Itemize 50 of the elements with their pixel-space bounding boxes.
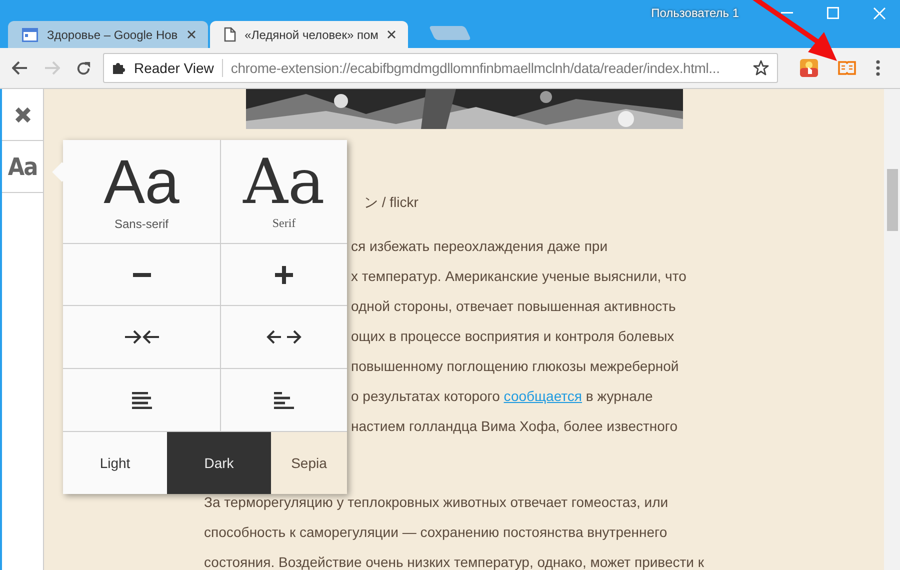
photo-credit: ン / flickr: [364, 194, 418, 212]
narrow-width-button[interactable]: [63, 306, 221, 369]
scrollbar-thumb[interactable]: [887, 169, 898, 231]
site-label: Reader View: [134, 60, 214, 76]
minus-icon: [132, 272, 150, 276]
font-button[interactable]: Aa Sans-serif: [63, 140, 221, 244]
plus-icon: [275, 266, 293, 284]
article-text: настием голландца Вима Хофа, более известного: [351, 417, 678, 436]
theme-button[interactable]: Sepia: [271, 432, 347, 494]
article-text: способность к саморегуляции — сохранению постоянства внутреннего: [204, 523, 668, 542]
font-button[interactable]: Aa Serif: [221, 140, 347, 244]
maximize-icon[interactable]: [827, 7, 839, 19]
article-text: одной стороны, отвечает повышенная активность: [351, 297, 676, 316]
menu-icon[interactable]: [876, 60, 880, 76]
browser-tab[interactable]: «Ледяной человек» пом: [210, 21, 408, 48]
page-icon: [224, 27, 236, 42]
book-icon[interactable]: [838, 61, 856, 75]
address-bar[interactable]: Reader View chrome-extension://ecabifbgmdmgdllomnfinbmaellmclnh/data/reader/index.html...: [103, 53, 778, 83]
minimize-icon[interactable]: [781, 12, 793, 14]
increase-size-button[interactable]: [221, 244, 347, 306]
forward-icon[interactable]: [44, 61, 60, 75]
url-text: chrome-extension://ecabifbgmdmgdllomnfinbmaellmclnh/data/reader/index.html...: [230, 60, 721, 76]
article-text: За терморегуляцию у теплокровных животных отвечает гомеостаз, или: [204, 493, 668, 512]
article-text: состояния. Воздействие очень низких температур, однако, может привести к: [204, 553, 704, 570]
align-icon: [132, 392, 152, 408]
theme-button[interactable]: Light: [63, 432, 167, 494]
article-text: ощих в процессе восприятия и контроля болевых: [351, 327, 674, 346]
star-icon[interactable]: [753, 60, 769, 76]
hand-icon[interactable]: [800, 59, 818, 77]
outward-arrows-icon: [266, 328, 302, 346]
calendar-icon: [22, 28, 38, 42]
align-icon: [274, 392, 294, 408]
line-height-button[interactable]: [63, 369, 221, 432]
reload-icon[interactable]: [76, 60, 91, 76]
article-text: о результатах которого сообщается в журнале: [351, 387, 653, 406]
article-text: повышенному поглощению глюкозы межреберной: [351, 357, 679, 376]
wide-width-button[interactable]: [221, 306, 347, 369]
line-spacing-button[interactable]: [221, 369, 347, 432]
article-text: х температур. Американские ученые выяснили, что: [351, 267, 686, 286]
close-icon: [14, 106, 32, 124]
close-icon[interactable]: [186, 30, 196, 39]
inward-arrows-icon: [124, 328, 160, 346]
theme-button[interactable]: Dark: [167, 432, 271, 494]
new-tab-button[interactable]: [429, 26, 472, 40]
back-icon[interactable]: [12, 61, 28, 75]
browser-tab[interactable]: Здоровье – Google Нов: [8, 21, 208, 48]
puzzle-icon: [112, 61, 126, 75]
article-text: ся избежать переохлаждения даже при: [351, 237, 608, 256]
decrease-size-button[interactable]: [63, 244, 221, 306]
close-icon[interactable]: [387, 30, 396, 39]
